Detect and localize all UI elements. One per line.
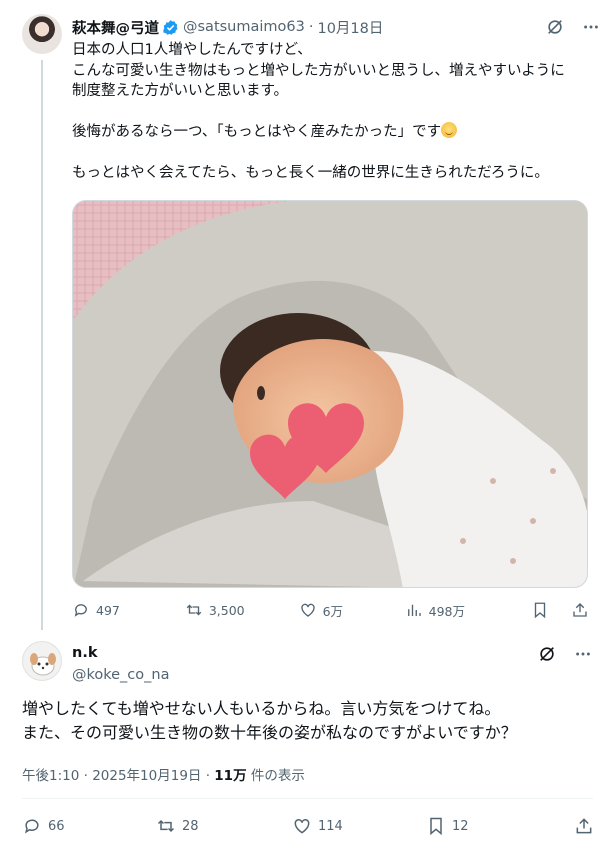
thread-line [41,60,43,630]
bookmark-icon [430,817,442,836]
bookmark-count: 12 [452,818,469,834]
pleading-face-emoji [441,122,458,138]
tweet-header: 萩本舞@弓道 @satsumaimo63 · 10月18日 [72,16,601,38]
retweet-count: 28 [182,818,199,834]
tweet-date[interactable]: 10月18日 [317,17,383,38]
reply-button[interactable]: 66 [22,816,156,836]
separator-dot: · [308,19,314,35]
like-count: 6万 [322,603,344,619]
retweet-button[interactable]: 28 [156,816,292,836]
tweet-actions: 497 3,500 6万 498万 [72,598,590,622]
tweet-line: こんな可愛い生き物はもっと増やした方がいいと思うし、増えやすいように [72,62,565,79]
like-button[interactable]: 114 [292,816,426,836]
reply-author-avatar[interactable] [22,641,62,681]
tweet-line: もっとはやく会えてたら、もっと長く一緒の世界に生きられただろうに。 [72,165,549,181]
bookmark-button[interactable]: 12 [426,816,566,836]
tweet-text: 日本の人口1人増やしたんですけど、 こんな可愛い生き物はもっと増やした方がいいと… [72,40,602,184]
tweet-photo[interactable] [72,200,588,588]
reply-icon [24,819,39,834]
views-count: 498万 [428,603,466,619]
like-icon [294,818,310,834]
retweet-icon [186,604,202,616]
bookmark-icon[interactable] [530,600,550,620]
grok-icon[interactable] [537,644,557,664]
reply-author-handle[interactable]: @koke_co_na [72,667,169,683]
reply-views-count: 11万 [214,768,247,784]
reply-count: 497 [96,602,120,618]
reply-author-name[interactable]: n.k [72,645,97,661]
tweet-blank-line [72,102,602,123]
tweet-line: 制度整えた方がいいと思います。 [72,83,289,99]
reply-button[interactable]: 497 [72,601,185,619]
author-name[interactable]: 萩本舞@弓道 [72,17,159,38]
reply-count: 66 [48,818,65,834]
reply-views-label: 件の表示 [246,768,305,784]
share-button[interactable] [574,816,594,836]
grok-icon[interactable] [545,17,565,37]
more-icon[interactable] [581,17,601,37]
reply-actions: 66 28 114 12 [22,813,594,839]
reply-text: 増やしたくても増やせない人もいるからね。言い方気をつけてね。 また、その可愛い生… [22,697,602,745]
tweet-line: 日本の人口1人増やしたんですけど、 [72,42,312,58]
views-button[interactable]: 498万 [405,601,530,620]
author-avatar[interactable] [22,14,62,54]
like-button[interactable]: 6万 [299,601,405,620]
retweet-button[interactable]: 3,500 [185,601,299,619]
tweet-line: 後悔があるなら一つ、「もっとはやく産みたかった」です [72,122,602,143]
reply-time[interactable]: 午後1:10 · 2025年10月19日 · [22,768,214,784]
tweet-blank-line [72,143,602,164]
views-icon [407,604,421,616]
like-icon [300,603,315,617]
retweet-count: 3,500 [208,602,245,618]
like-count: 114 [318,818,343,834]
more-icon[interactable] [573,644,593,664]
reply-icon [74,604,87,617]
retweet-icon [157,819,175,833]
reply-line: また、その可愛い生き物の数十年後の姿が私なのですがよいですか？ [22,723,517,742]
share-icon [576,818,592,834]
author-handle[interactable]: @satsumaimo63 [183,19,305,35]
divider [22,798,593,799]
share-icon[interactable] [570,600,590,620]
reply-meta: 午後1:10 · 2025年10月19日 · 11万 件の表示 [22,764,305,784]
verified-badge-icon [162,19,179,36]
reply-line: 増やしたくても増やせない人もいるからね。言い方気をつけてね。 [22,699,501,718]
